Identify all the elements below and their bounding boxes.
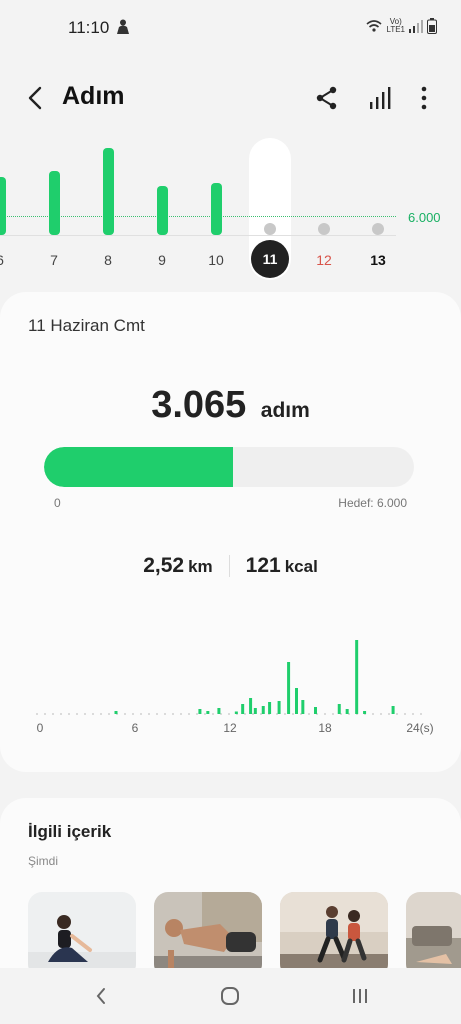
goal-label: 6.000: [408, 210, 441, 225]
hourly-bar: [261, 706, 265, 714]
day-dot-11[interactable]: [264, 223, 276, 235]
system-nav-bar: [0, 968, 461, 1024]
recents-icon: [353, 989, 367, 1003]
step-unit: adım: [260, 399, 310, 422]
related-title: İlgili içerik: [28, 822, 112, 841]
selected-date: 11 Haziran Cmt: [28, 316, 145, 335]
progress-min-label: 0: [54, 496, 61, 510]
distance-unit: km: [188, 557, 213, 576]
hourly-bar: [345, 709, 349, 714]
share-icon: [316, 86, 337, 110]
workout-photo-icon: [406, 892, 461, 978]
hourly-bar: [295, 688, 298, 714]
hourly-tick-label: 18: [318, 721, 332, 735]
day-label-7[interactable]: 7: [39, 252, 69, 268]
hourly-bar: [277, 701, 281, 714]
day-label-9[interactable]: 9: [147, 252, 177, 268]
related-thumbnail-pushup[interactable]: [154, 892, 262, 978]
hourly-bar: [337, 704, 341, 714]
more-vertical-icon: [421, 86, 427, 110]
back-icon: [96, 988, 105, 1004]
hourly-bar: [301, 700, 305, 714]
week-axis: [0, 235, 396, 236]
related-thumbnail-yoga[interactable]: [28, 892, 136, 978]
status-indicators: Vo) LTE1: [366, 18, 437, 34]
metrics-row: 2,52 km 121 kcal: [0, 554, 461, 578]
hourly-bar: [287, 662, 291, 714]
day-bar-6[interactable]: [0, 176, 6, 235]
calories-unit: kcal: [284, 557, 318, 576]
hourly-bar: [217, 708, 221, 714]
more-options-button[interactable]: [412, 84, 436, 112]
trends-button[interactable]: [366, 84, 394, 112]
hourly-bar: [241, 704, 245, 714]
back-arrow-icon: [28, 86, 42, 110]
app-bar: Adım: [0, 74, 461, 122]
calories-metric: 121 kcal: [230, 554, 334, 578]
hourly-bar: [206, 711, 210, 714]
hourly-tick-label: 0: [37, 721, 44, 735]
day-dot-13[interactable]: [372, 223, 384, 235]
notification-icon: [116, 19, 130, 40]
status-bar: 11:10 Vo) LTE1: [0, 0, 461, 56]
hourly-bar: [114, 711, 118, 714]
hourly-bar: [391, 706, 395, 714]
home-icon: [221, 987, 239, 1005]
hourly-bar: [253, 708, 257, 714]
hourly-steps-chart: 0 6 12 18 24(s): [36, 640, 434, 735]
goal-progress-fill: [44, 447, 234, 487]
distance-value: 2,52: [143, 554, 185, 577]
nav-back-button[interactable]: [83, 980, 119, 1012]
hourly-bar: [363, 711, 367, 714]
step-count: 3.065: [151, 384, 247, 426]
hourly-tick-label: 24(s): [406, 721, 433, 735]
hourly-tick-label: 12: [223, 721, 237, 735]
hourly-bar: [314, 707, 317, 714]
status-time: 11:10: [68, 18, 110, 37]
bar-chart-icon: [370, 87, 391, 109]
related-subtitle: Şimdi: [28, 854, 59, 868]
related-thumbnail-home[interactable]: [406, 892, 461, 978]
day-dot-12[interactable]: [318, 223, 330, 235]
workout-photo-icon: [154, 892, 262, 978]
nav-recents-button[interactable]: [342, 980, 378, 1012]
back-button[interactable]: [20, 82, 50, 114]
day-bar-10[interactable]: [210, 183, 222, 235]
hourly-bar: [198, 709, 202, 714]
share-button[interactable]: [313, 84, 341, 112]
wifi-icon: [366, 20, 382, 32]
hourly-bar: [268, 702, 272, 714]
day-label-8[interactable]: 8: [93, 252, 123, 268]
distance-metric: 2,52 km: [127, 554, 228, 578]
day-label-12[interactable]: 12: [309, 252, 339, 268]
selected-day-label[interactable]: 11: [251, 240, 289, 278]
day-bar-7[interactable]: [48, 171, 60, 235]
page-title: Adım: [62, 82, 125, 110]
hourly-bar: [249, 698, 253, 714]
battery-icon: [427, 18, 437, 34]
hourly-bar: [355, 640, 359, 714]
calories-value: 121: [245, 554, 281, 577]
progress-goal-label: Hedef: 6.000: [338, 496, 407, 510]
related-thumbnail-running[interactable]: [280, 892, 388, 978]
workout-photo-icon: [280, 892, 388, 978]
network-type: Vo) LTE1: [386, 17, 405, 34]
workout-photo-icon: [28, 892, 136, 978]
goal-progress-bar: [44, 447, 414, 487]
daily-detail-card: 11 Haziran Cmt 3.065 adım 0 Hedef: 6.000…: [0, 292, 461, 772]
hourly-bar: [234, 711, 238, 714]
day-label-13[interactable]: 13: [363, 252, 393, 268]
nav-home-button[interactable]: [212, 980, 248, 1012]
day-bar-8[interactable]: [102, 148, 114, 235]
step-total: 3.065 adım: [0, 384, 461, 427]
day-label-6[interactable]: 6: [0, 252, 15, 268]
day-label-10[interactable]: 10: [201, 252, 231, 268]
hourly-tick-label: 6: [132, 721, 139, 735]
day-bar-9[interactable]: [156, 185, 168, 235]
signal-icon: [409, 20, 423, 33]
weekly-steps-chart[interactable]: 6.000 6 7 8 9 10 11 12 13: [0, 136, 461, 286]
